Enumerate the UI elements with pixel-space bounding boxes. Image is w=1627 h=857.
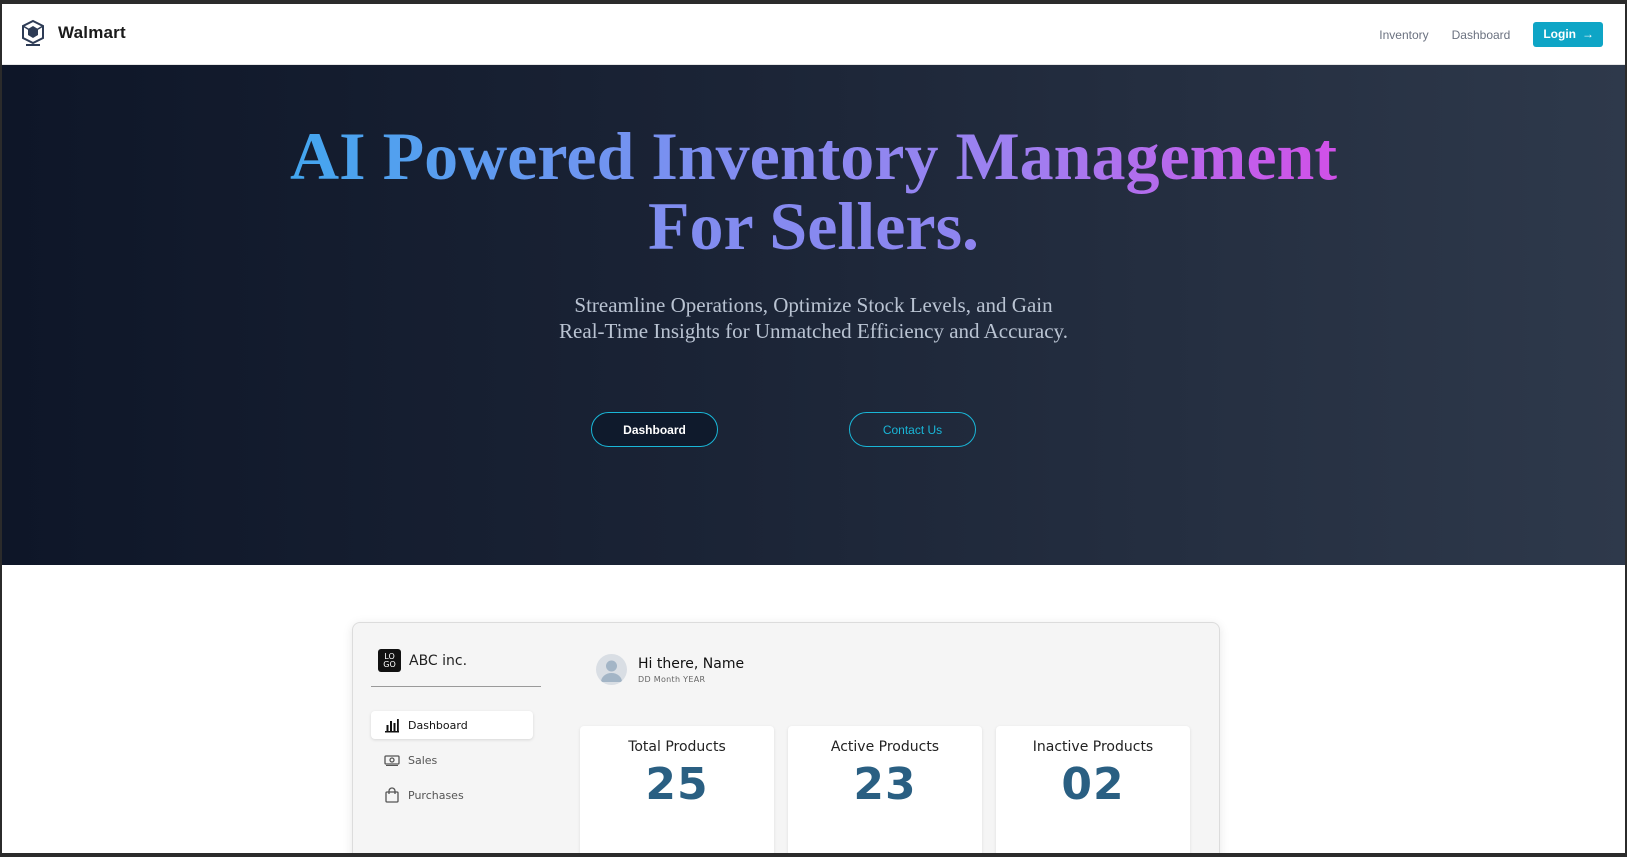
hero-dashboard-button[interactable]: Dashboard — [591, 412, 718, 447]
brand-name: Walmart — [58, 23, 126, 42]
greeting-block: Hi there, Name DD Month YEAR — [596, 654, 744, 685]
nav-links: Inventory Dashboard Login → — [1379, 22, 1603, 47]
preview-sidebar-menu: Dashboard Sales Purchases — [371, 711, 533, 816]
logo-placeholder-icon: LO GO — [378, 649, 401, 672]
greeting-date: DD Month YEAR — [638, 674, 706, 684]
arrow-right-icon: → — [1582, 27, 1594, 41]
stat-value: 02 — [1061, 759, 1125, 810]
stat-card-inactive-products: Inactive Products 02 — [996, 726, 1190, 853]
sidebar-item-dashboard[interactable]: Dashboard — [371, 711, 533, 739]
login-button[interactable]: Login → — [1533, 22, 1603, 47]
hero-section: AI Powered Inventory Management For Sell… — [2, 65, 1625, 565]
hero-title: AI Powered Inventory Management For Sell… — [2, 121, 1625, 261]
bar-chart-icon — [385, 719, 399, 733]
sidebar-item-sales[interactable]: Sales — [371, 746, 533, 774]
brand-logo-icon — [22, 19, 44, 46]
hero-title-line1: AI Powered Inventory Management — [290, 118, 1337, 194]
avatar[interactable] — [596, 654, 627, 685]
browser-viewport: Walmart Inventory Dashboard Login → AI P… — [2, 4, 1625, 853]
sidebar-item-label: Sales — [408, 753, 438, 767]
cash-icon — [384, 755, 400, 766]
stat-card-active-products: Active Products 23 — [788, 726, 982, 853]
nav-link-inventory[interactable]: Inventory — [1379, 28, 1428, 42]
sidebar-item-label: Purchases — [408, 788, 464, 802]
dashboard-preview: LO GO ABC inc. Dashboard Sales Purchases… — [352, 622, 1220, 853]
sidebar-divider — [371, 686, 541, 687]
company-name: ABC inc. — [409, 652, 468, 669]
user-icon — [601, 660, 622, 682]
stat-label: Total Products — [628, 739, 726, 755]
stat-value: 25 — [645, 759, 709, 810]
brand[interactable]: Walmart — [20, 19, 126, 47]
stat-label: Inactive Products — [1032, 739, 1154, 755]
sidebar-item-label: Dashboard — [408, 718, 468, 732]
preview-brand: LO GO ABC inc. — [378, 649, 467, 672]
hero-title-line2: For Sellers. — [647, 188, 980, 264]
hero-subtitle: Streamline Operations, Optimize Stock Le… — [2, 292, 1625, 344]
stat-card-total-products: Total Products 25 — [580, 726, 774, 853]
top-navbar: Walmart Inventory Dashboard Login → — [2, 4, 1625, 65]
logo-text-bottom: GO — [383, 659, 396, 669]
hero-subtitle-line2: Real-Time Insights for Unmatched Efficie… — [559, 319, 1068, 343]
hero-subtitle-line1: Streamline Operations, Optimize Stock Le… — [574, 293, 1053, 317]
greeting-text: Hi there, Name — [638, 655, 745, 672]
contact-us-button[interactable]: Contact Us — [849, 412, 976, 447]
stat-value: 23 — [853, 759, 917, 810]
sidebar-item-purchases[interactable]: Purchases — [371, 781, 533, 809]
shopping-bag-icon — [385, 787, 399, 803]
nav-link-dashboard[interactable]: Dashboard — [1452, 28, 1511, 42]
login-label: Login — [1543, 27, 1576, 41]
stat-label: Active Products — [830, 739, 940, 755]
